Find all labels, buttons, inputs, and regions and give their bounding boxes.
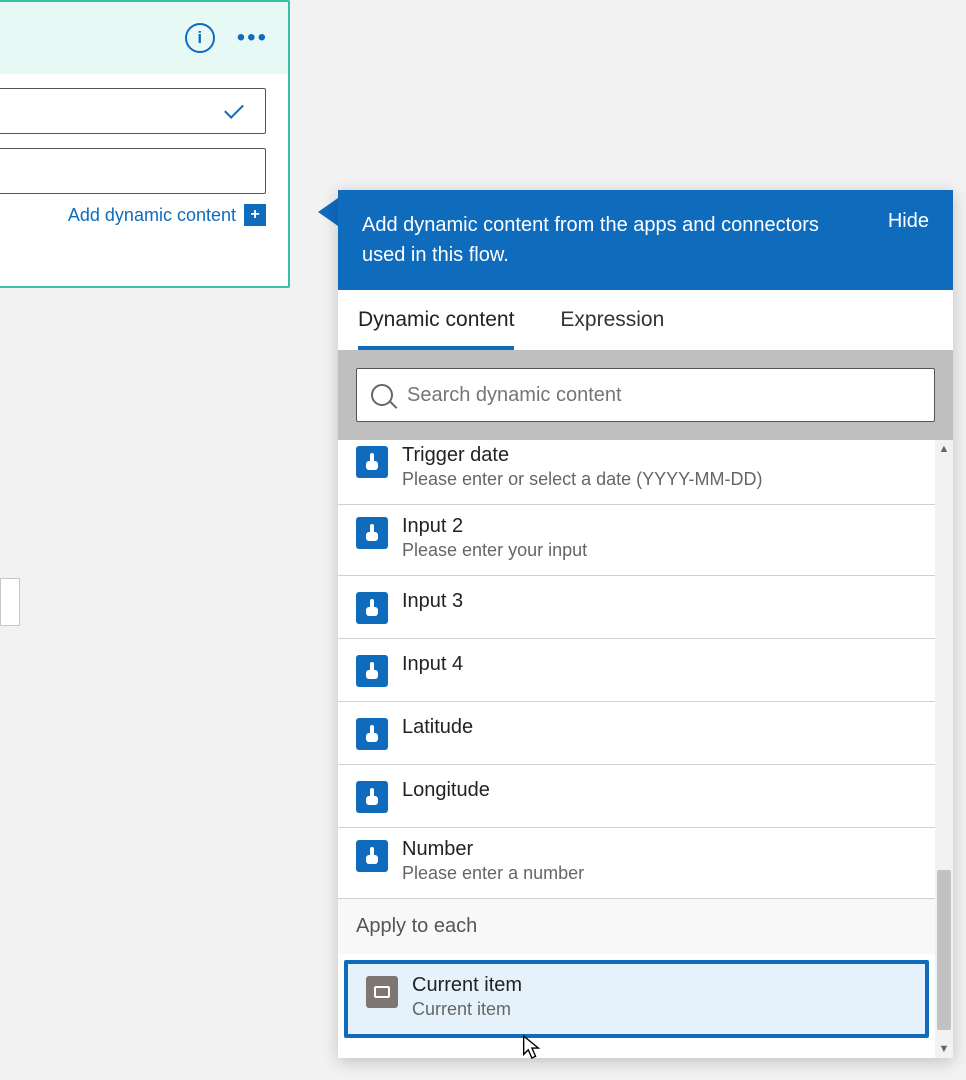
dynamic-list: Trigger date Please enter or select a da… [338,440,935,1058]
dynamic-panel-header-text: Add dynamic content from the apps and co… [362,210,832,270]
scroll-thumb[interactable] [937,870,951,1030]
channel-select[interactable] [0,88,266,134]
trigger-icon [356,781,388,813]
item-sub: Current item [412,999,522,1020]
message-text-input[interactable]: ions, see https://api.slack.com, [0,148,266,194]
item-title: Number [402,838,584,861]
canvas-stub [0,578,20,626]
item-title: Latitude [402,716,473,739]
tabs: Dynamic content Expression [338,290,953,350]
trigger-icon [356,446,388,478]
item-title: Input 4 [402,653,463,676]
info-icon[interactable]: i [185,23,215,53]
action-card: i ••• ions, see https://api.slack.com, A… [0,0,290,288]
action-card-header: i ••• [0,2,288,74]
scrollbar[interactable]: ▲ ▼ [935,440,953,1058]
tab-dynamic-content[interactable]: Dynamic content [358,308,514,350]
panel-pointer-icon [318,198,338,226]
trigger-icon [356,655,388,687]
tab-expression[interactable]: Expression [560,308,664,350]
cursor-pointer-icon [520,1034,542,1062]
chevron-down-icon [224,99,244,119]
item-title: Input 3 [402,590,463,613]
hide-button[interactable]: Hide [888,210,929,233]
list-item[interactable]: Input 3 [338,576,935,639]
search-icon [371,384,393,406]
loop-icon [366,976,398,1008]
item-sub: Please enter a number [402,863,584,884]
action-card-footer [0,244,288,286]
section-header: Apply to each [338,899,935,954]
item-title: Trigger date [402,444,762,467]
item-sub: Please enter your input [402,540,587,561]
dynamic-panel-header: Add dynamic content from the apps and co… [338,190,953,290]
list-item[interactable]: Trigger date Please enter or select a da… [338,440,935,505]
action-card-body: ions, see https://api.slack.com, Add dyn… [0,74,288,244]
trigger-icon [356,517,388,549]
search-wrap [338,350,953,440]
list-item[interactable]: Input 4 [338,639,935,702]
trigger-icon [356,840,388,872]
list-item-current[interactable]: Current item Current item [344,960,929,1038]
scroll-up-icon[interactable]: ▲ [939,440,950,458]
item-title: Current item [412,974,522,997]
list-item[interactable]: Input 2 Please enter your input [338,505,935,576]
list-item[interactable]: Number Please enter a number [338,828,935,899]
more-icon[interactable]: ••• [237,26,268,50]
dynamic-content-panel: Add dynamic content from the apps and co… [338,190,953,1058]
trigger-icon [356,718,388,750]
list-item[interactable]: Longitude [338,765,935,828]
scroll-down-icon[interactable]: ▼ [939,1040,950,1058]
trigger-icon [356,592,388,624]
search-input[interactable] [407,384,920,407]
add-dynamic-content-row: Add dynamic content + [0,204,266,226]
add-dynamic-content-link[interactable]: Add dynamic content [68,205,236,226]
dynamic-list-area: Trigger date Please enter or select a da… [338,440,953,1058]
plus-icon[interactable]: + [244,204,266,226]
search-box[interactable] [356,368,935,422]
item-title: Longitude [402,779,490,802]
list-item[interactable]: Latitude [338,702,935,765]
item-sub: Please enter or select a date (YYYY-MM-D… [402,469,762,490]
item-title: Input 2 [402,515,587,538]
